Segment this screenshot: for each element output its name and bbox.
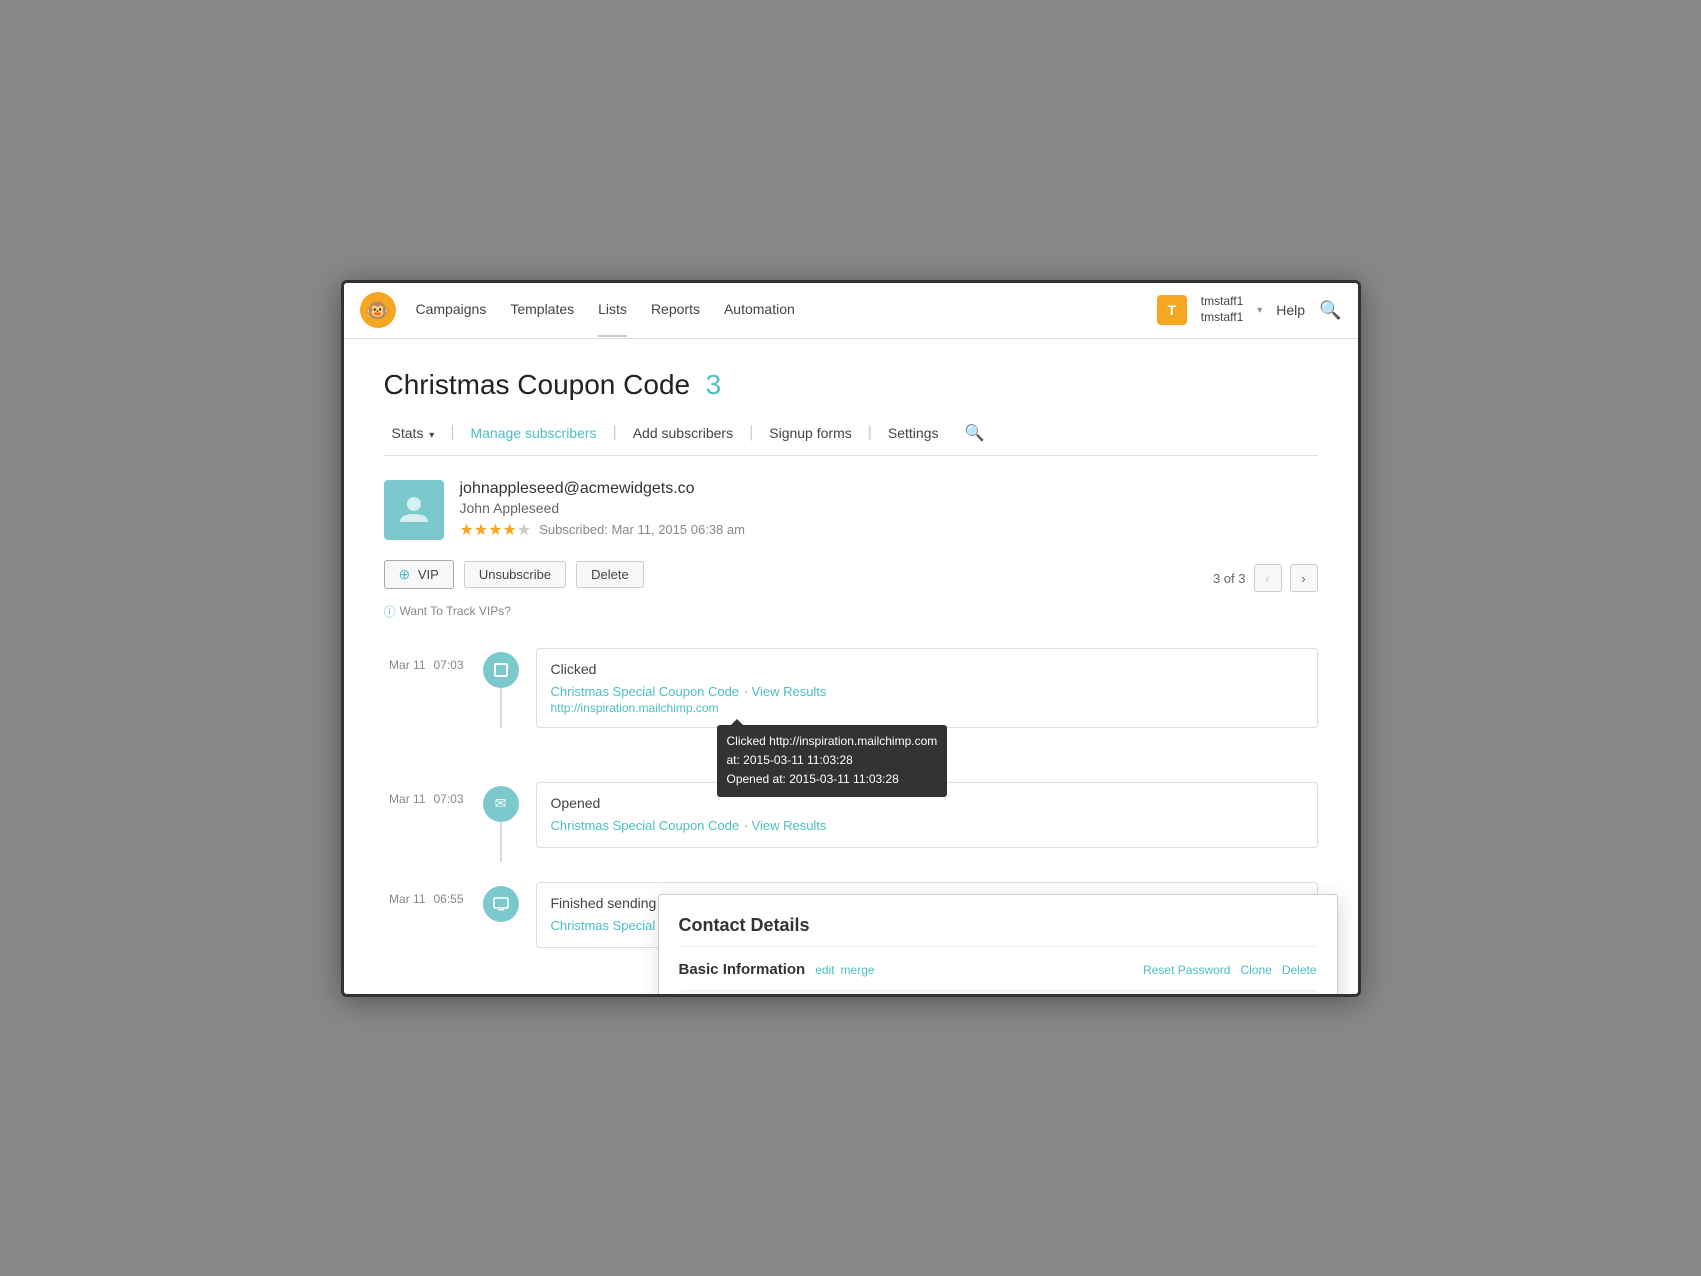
main-content: Christmas Coupon Code 3 Stats ▾ | Manage… — [344, 339, 1358, 994]
contact-details-title: Contact Details — [679, 915, 1317, 947]
subnav-stats[interactable]: Stats ▾ — [384, 421, 443, 445]
timeline-view-results-link[interactable]: View Results — [752, 818, 827, 833]
contact-details-overlay: Contact Details Basic Information edit m… — [658, 894, 1338, 997]
nav-right: T tmstaff1 tmstaff1 ▾ Help 🔍 — [1157, 294, 1342, 325]
nav-logo[interactable]: 🐵 — [360, 292, 396, 328]
timeline-action: Clicked — [551, 661, 1303, 677]
reset-password-link[interactable]: Reset Password — [1143, 963, 1230, 977]
timeline-date: Mar 11 — [384, 878, 434, 906]
pagination-text: 3 of 3 — [1213, 571, 1246, 586]
timeline-connector — [500, 822, 502, 862]
timeline-date: Mar 11 — [384, 644, 434, 672]
subnav-signup-forms[interactable]: Signup forms — [761, 421, 859, 445]
user-name2: tmstaff1 — [1201, 310, 1243, 326]
info-icon: ⓘ — [384, 603, 396, 620]
subnav-divider: | — [450, 424, 454, 442]
tooltip: Clicked http://inspiration.mailchimp.com… — [717, 725, 948, 797]
timeline-campaign-link[interactable]: Christmas Special Coupon Code — [551, 684, 740, 699]
timeline-item: Mar 11 07:03 Clicked Christmas S — [384, 644, 1318, 728]
subscribed-date: Subscribed: Mar 11, 2015 06:38 am — [539, 522, 745, 537]
subnav-divider: | — [613, 424, 617, 442]
tooltip-line2: at: 2015-03-11 11:03:28 — [727, 751, 938, 770]
nav-reports[interactable]: Reports — [651, 283, 700, 337]
delete-link[interactable]: Delete — [1282, 963, 1317, 977]
sending-icon — [483, 886, 519, 922]
timeline-connector — [500, 688, 502, 728]
nav-automation[interactable]: Automation — [724, 283, 795, 337]
envelope-icon: ✉ — [495, 795, 507, 812]
user-name1: tmstaff1 — [1201, 294, 1243, 310]
user-badge: T — [1157, 295, 1187, 325]
help-link[interactable]: Help — [1276, 302, 1305, 318]
subnav-manage-subscribers[interactable]: Manage subscribers — [462, 421, 604, 445]
subnav-divider: | — [868, 424, 872, 442]
basic-info-right: Reset Password Clone Delete — [1143, 963, 1316, 977]
timeline-time: 06:55 — [434, 878, 476, 906]
subscriber-info: johnappleseed@acmewidgets.co John Apples… — [460, 480, 1318, 540]
basic-info-header: Basic Information edit merge Reset Passw… — [679, 961, 1317, 978]
page-count: 3 — [706, 369, 722, 400]
plus-icon: ⊕ — [399, 566, 411, 582]
unsubscribe-button[interactable]: Unsubscribe — [464, 561, 566, 588]
timeline-line — [476, 878, 526, 922]
tooltip-arrow — [731, 719, 743, 725]
subnav-settings[interactable]: Settings — [880, 421, 947, 445]
timeline-content: Clicked Christmas Special Coupon Code · … — [536, 648, 1318, 728]
timeline-time: 07:03 — [434, 778, 476, 806]
vip-label: VIP — [418, 567, 439, 582]
timeline-view-results-link[interactable]: View Results — [752, 684, 827, 699]
vip-note-text: Want To Track VIPs? — [400, 604, 511, 618]
timeline-campaign-link[interactable]: Christmas Special Coupon Code — [551, 818, 740, 833]
prev-page-button[interactable]: ‹ — [1254, 564, 1282, 592]
timeline-action: Opened — [551, 795, 1303, 811]
vip-button[interactable]: ⊕ VIP — [384, 560, 454, 589]
page-title-text: Christmas Coupon Code — [384, 369, 691, 400]
subnav-add-subscribers[interactable]: Add subscribers — [625, 421, 741, 445]
search-icon[interactable]: 🔍 — [1319, 300, 1341, 321]
cursor-icon — [493, 662, 509, 678]
contact-info-box: John johndoe@acme.co 12 Total Tickets Vi… — [679, 990, 1317, 997]
pagination: 3 of 3 ‹ › — [1213, 564, 1318, 592]
vip-note: ⓘ Want To Track VIPs? — [384, 603, 1318, 620]
sub-nav: Stats ▾ | Manage subscribers | Add subsc… — [384, 421, 1318, 456]
timeline-line — [476, 644, 526, 728]
opened-icon: ✉ — [483, 786, 519, 822]
page-title: Christmas Coupon Code 3 — [384, 369, 1318, 401]
subnav-divider: | — [749, 424, 753, 442]
chevron-down-icon: ▾ — [429, 430, 434, 441]
tooltip-line1: Clicked http://inspiration.mailchimp.com — [727, 732, 938, 751]
edit-link: edit merge — [815, 963, 874, 977]
nav-campaigns[interactable]: Campaigns — [416, 283, 487, 337]
avatar — [384, 480, 444, 540]
merge-button[interactable]: merge — [841, 963, 875, 977]
nav-templates[interactable]: Templates — [510, 283, 574, 337]
tooltip-line3: Opened at: 2015-03-11 11:03:28 — [727, 770, 938, 789]
timeline-area: Mar 11 07:03 Clicked Christmas S — [384, 644, 1318, 948]
basic-info-label: Basic Information — [679, 961, 806, 978]
nav-links: Campaigns Templates Lists Reports Automa… — [416, 283, 1157, 337]
subscriber-card: johnappleseed@acmewidgets.co John Apples… — [384, 480, 1318, 540]
edit-button[interactable]: edit — [815, 963, 834, 977]
timeline-url[interactable]: http://inspiration.mailchimp.com — [551, 701, 1303, 715]
person-icon — [398, 494, 430, 526]
subscriber-name: John Appleseed — [460, 500, 1318, 516]
clicked-icon — [483, 652, 519, 688]
search-icon[interactable]: 🔍 — [964, 423, 984, 443]
action-row: ⊕ VIP Unsubscribe Delete — [384, 560, 644, 589]
chevron-down-icon: ▾ — [1257, 305, 1262, 316]
subscriber-email: johnappleseed@acmewidgets.co — [460, 480, 1318, 498]
subscriber-meta: ★★★★★ Subscribed: Mar 11, 2015 06:38 am — [460, 520, 1318, 540]
clone-link[interactable]: Clone — [1240, 963, 1271, 977]
nav-bar: 🐵 Campaigns Templates Lists Reports Auto… — [344, 283, 1358, 339]
timeline-time: 07:03 — [434, 644, 476, 672]
timeline-line: ✉ — [476, 778, 526, 862]
delete-button[interactable]: Delete — [576, 561, 644, 588]
nav-lists[interactable]: Lists — [598, 283, 627, 337]
user-info: tmstaff1 tmstaff1 — [1201, 294, 1243, 325]
star-rating: ★★★★★ — [460, 520, 532, 540]
timeline-date: Mar 11 — [384, 778, 434, 806]
monitor-icon — [493, 896, 509, 912]
next-page-button[interactable]: › — [1290, 564, 1318, 592]
